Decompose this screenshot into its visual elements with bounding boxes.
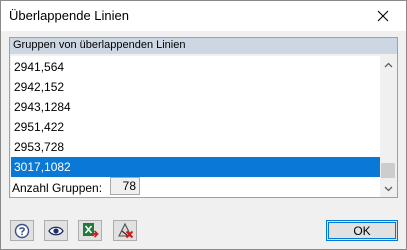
groups-listbox[interactable]: 2941,564 2942,152 2943,1284 2951,422 295… [11, 56, 396, 197]
vertical-scrollbar[interactable] [380, 56, 396, 197]
title-bar: Überlappende Linien [1, 1, 406, 31]
list-item[interactable]: 2942,152 [11, 77, 380, 97]
chevron-up-icon [384, 62, 392, 67]
window-title: Überlappende Linien [9, 8, 129, 23]
list-item-selected[interactable]: 3017,1082 [11, 157, 380, 177]
dialog-content: Gruppen von überlappenden Linien 2941,56… [1, 31, 406, 249]
groups-panel-title: Gruppen von überlappenden Linien [13, 39, 186, 51]
view-icon [48, 226, 64, 235]
ok-button-label: OK [353, 223, 371, 238]
close-icon [377, 10, 389, 22]
group-count-label: Anzahl Gruppen: [12, 181, 103, 195]
button-bar: OK [1, 209, 406, 249]
list-item[interactable]: 2953,728 [11, 137, 380, 157]
list-item[interactable]: 2951,422 [11, 117, 380, 137]
groups-list: 2941,564 2942,152 2943,1284 2951,422 295… [11, 56, 380, 197]
dialog-window: Überlappende Linien Gruppen von überlapp… [0, 0, 407, 250]
groups-panel: Gruppen von überlappenden Linien 2941,56… [9, 37, 398, 198]
scrollbar-thumb[interactable] [381, 163, 395, 178]
help-icon [14, 223, 30, 238]
list-item[interactable]: 2943,1284 [11, 97, 380, 117]
chevron-down-icon [384, 186, 392, 191]
view-button[interactable] [44, 220, 68, 241]
scroll-down-button[interactable] [380, 180, 396, 197]
excel-export-icon [82, 223, 99, 238]
delete-overlap-button[interactable] [113, 220, 137, 241]
close-button[interactable] [360, 1, 406, 31]
help-button[interactable] [10, 220, 34, 241]
delete-overlap-icon [117, 222, 133, 239]
groups-panel-header: Gruppen von überlappenden Linien [10, 38, 397, 54]
scroll-up-button[interactable] [380, 56, 396, 73]
ok-button[interactable]: OK [326, 220, 398, 241]
export-excel-button[interactable] [78, 220, 102, 241]
group-count-value: 78 [110, 177, 140, 195]
list-item[interactable]: 2941,564 [11, 57, 380, 77]
